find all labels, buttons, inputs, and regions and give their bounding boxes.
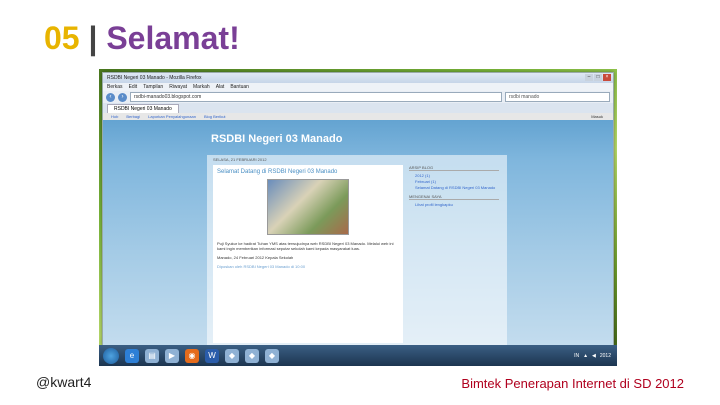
event-name: Bimtek Penerapan Internet di SD 2012 <box>461 376 684 391</box>
post-title[interactable]: Selamat Datang di RSDBI Negeri 03 Manado <box>217 169 399 175</box>
desktop-screenshot: RSDBI Negeri 03 Manado - Mozilla Firefox… <box>99 69 617 366</box>
archive-heading: ARSIP BLOG <box>409 165 499 171</box>
navbar-link[interactable]: Hob <box>111 114 118 119</box>
navbar-link[interactable]: Laporkan Penyalahgunaan <box>148 114 196 119</box>
slide-number: 05 <box>44 20 80 56</box>
menu-bar: Berkas Edit Tampilan Riwayat Markah Alat… <box>103 83 613 91</box>
menu-item-alat[interactable]: Alat <box>216 84 225 90</box>
window-title: RSDBI Negeri 03 Manado - Mozilla Firefox <box>107 75 202 81</box>
slide-title: 05 | Selamat! <box>44 18 240 58</box>
sign-in-link[interactable]: Masuk <box>591 114 613 119</box>
archive-month-link[interactable]: Februari (1) <box>415 179 499 184</box>
post-photo <box>267 179 349 235</box>
menu-item-markah[interactable]: Markah <box>193 84 210 90</box>
maximize-button[interactable]: □ <box>594 74 602 81</box>
close-button[interactable]: × <box>603 74 611 81</box>
profile-heading: MENGENAI SAYA <box>409 194 499 200</box>
back-button[interactable]: ‹ <box>106 92 115 102</box>
post-body: Puji Syukur ke hadirat Tuhan YMS atas te… <box>217 241 394 251</box>
blogger-navbar: Hob Berbagi Laporkan Penyalahgunaan Blog… <box>103 113 613 120</box>
explorer-icon[interactable]: ▤ <box>145 348 159 363</box>
slide-heading: Selamat! <box>106 20 240 56</box>
menu-item-tampilan[interactable]: Tampilan <box>143 84 163 90</box>
navigation-bar: ‹ › rsdbi-manado03.blogspot.com rsdbi ma… <box>103 91 613 103</box>
taskbar: e ▤ ▶ ◉ W ◆ ◆ ◆ IN ▲ ◀ 2012 <box>99 345 617 366</box>
volume-icon[interactable]: ◀ <box>592 353 596 359</box>
app-icon[interactable]: ◆ <box>245 348 259 363</box>
minimize-button[interactable]: – <box>585 74 593 81</box>
blog-post: Selamat Datang di RSDBI Negeri 03 Manado… <box>213 165 403 343</box>
tab-bar: RSDBI Negeri 03 Manado <box>103 103 613 113</box>
search-box[interactable]: rsdbi manado <box>505 92 610 102</box>
title-separator: | <box>88 20 98 56</box>
post-signature: Manado, 24 Februari 2012 Kepala Sekolah <box>217 255 294 260</box>
app-icon[interactable]: ◆ <box>265 348 279 363</box>
ie-icon[interactable]: e <box>125 348 139 363</box>
network-icon[interactable]: ▲ <box>583 353 588 359</box>
web-page: Hob Berbagi Laporkan Penyalahgunaan Blog… <box>103 113 613 345</box>
navbar-link[interactable]: Blog Berikut <box>204 114 226 119</box>
date-header: SELASA, 21 FEBRUARI 2012 <box>213 157 267 162</box>
blog-title[interactable]: RSDBI Negeri 03 Manado <box>211 133 342 145</box>
archive-post-link[interactable]: Selamat Datang di RSDBI Negeri 03 Manado <box>415 185 499 190</box>
tab-rsdbi[interactable]: RSDBI Negeri 03 Manado <box>107 104 179 113</box>
clock[interactable]: 2012 <box>600 353 611 359</box>
firefox-icon[interactable]: ◉ <box>185 348 199 363</box>
system-tray: IN ▲ ◀ 2012 <box>574 353 617 359</box>
author-handle: @kwart4 <box>36 374 92 390</box>
word-icon[interactable]: W <box>205 348 219 363</box>
browser-window: RSDBI Negeri 03 Manado - Mozilla Firefox… <box>102 72 614 346</box>
archive-year-link[interactable]: 2012 (1) <box>415 173 499 178</box>
menu-item-edit[interactable]: Edit <box>129 84 138 90</box>
menu-item-riwayat[interactable]: Riwayat <box>169 84 187 90</box>
navbar-link[interactable]: Berbagi <box>126 114 140 119</box>
app-icon[interactable]: ◆ <box>225 348 239 363</box>
blog-content-area: SELASA, 21 FEBRUARI 2012 Selamat Datang … <box>207 155 507 345</box>
address-bar[interactable]: rsdbi-manado03.blogspot.com <box>130 92 502 102</box>
menu-item-berkas[interactable]: Berkas <box>107 84 123 90</box>
profile-link[interactable]: Lihat profil lengkapku <box>415 202 499 207</box>
window-titlebar: RSDBI Negeri 03 Manado - Mozilla Firefox… <box>103 73 613 83</box>
forward-button[interactable]: › <box>118 92 127 102</box>
blog-sidebar: ARSIP BLOG 2012 (1) Februari (1) Selamat… <box>409 161 499 208</box>
media-icon[interactable]: ▶ <box>165 348 179 363</box>
menu-item-bantuan[interactable]: Bantuan <box>230 84 249 90</box>
start-button[interactable] <box>103 347 119 364</box>
post-footer[interactable]: Diposkan oleh RSDBI Negeri 03 Manado di … <box>217 264 399 269</box>
language-indicator[interactable]: IN <box>574 353 579 359</box>
